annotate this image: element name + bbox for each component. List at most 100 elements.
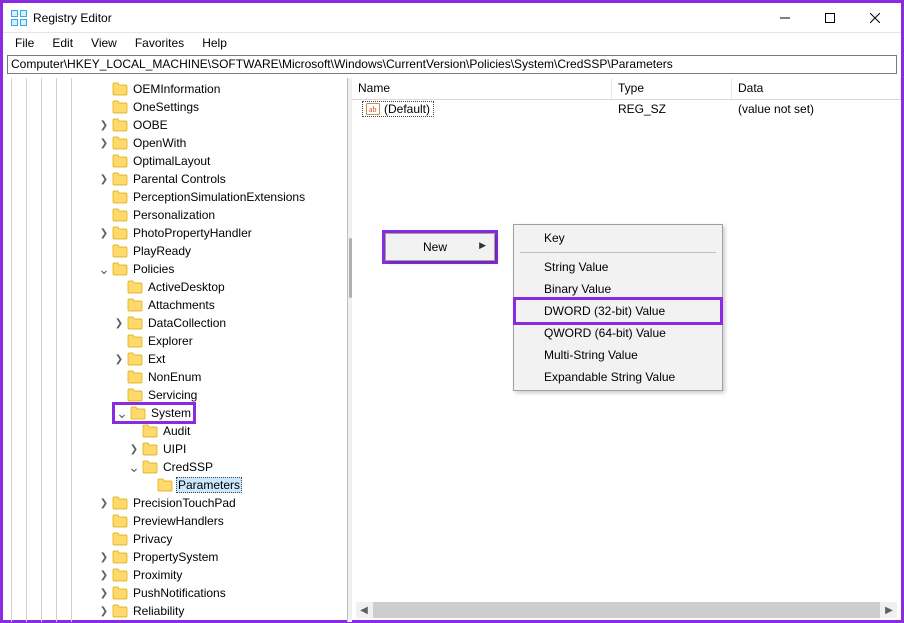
ctx-sub-qword[interactable]: QWORD (64-bit) Value — [516, 322, 720, 344]
twisty-icon[interactable]: ⌄ — [115, 408, 129, 418]
tree-node[interactable]: OEMInformation — [3, 80, 347, 98]
close-button[interactable] — [852, 4, 897, 32]
ctx-sub-string[interactable]: String Value — [516, 256, 720, 278]
tree-node[interactable]: ❯ PushNotifications — [3, 584, 347, 602]
tree-node-label: PerceptionSimulationExtensions — [131, 189, 307, 205]
folder-icon — [127, 280, 143, 294]
tree-node-label: OneSettings — [131, 99, 201, 115]
tree-node[interactable]: ⌄System — [3, 404, 347, 422]
regedit-app-icon — [11, 10, 27, 26]
tree-node[interactable]: PerceptionSimulationExtensions — [3, 188, 347, 206]
ctx-sub-multistring[interactable]: Multi-String Value — [516, 344, 720, 366]
menu-help[interactable]: Help — [194, 34, 235, 52]
tree-node[interactable]: ❯OpenWith — [3, 134, 347, 152]
tree-node-label: Proximity — [131, 567, 184, 583]
menu-edit[interactable]: Edit — [44, 34, 81, 52]
twisty-icon[interactable]: ❯ — [97, 498, 111, 509]
tree-node[interactable]: ❯ PropertySystem — [3, 548, 347, 566]
ctx-sub-expandstring[interactable]: Expandable String Value — [516, 366, 720, 388]
folder-icon — [127, 352, 143, 366]
tree-node-label: PreviewHandlers — [131, 513, 226, 529]
tree-node-label: PushNotifications — [131, 585, 228, 601]
tree-node[interactable]: ❯Ext — [3, 350, 347, 368]
twisty-icon[interactable]: ❯ — [112, 318, 126, 329]
hscroll-thumb[interactable] — [373, 602, 880, 618]
twisty-icon[interactable]: ❯ — [97, 588, 111, 599]
folder-icon — [127, 334, 143, 348]
list-pane[interactable]: Name Type Data ab (Default) — [352, 78, 901, 622]
tree-node-label: Parameters — [176, 477, 242, 493]
folder-icon — [112, 172, 128, 186]
folder-icon — [142, 442, 158, 456]
folder-icon — [112, 244, 128, 258]
hscroll-right[interactable]: ▶ — [881, 602, 897, 618]
ctx-separator — [520, 252, 716, 253]
folder-icon — [112, 154, 128, 168]
menu-file[interactable]: File — [7, 34, 42, 52]
tree-node[interactable]: Audit — [3, 422, 347, 440]
address-bar[interactable]: Computer\HKEY_LOCAL_MACHINE\SOFTWARE\Mic… — [7, 55, 897, 74]
folder-icon — [142, 424, 158, 438]
tree-node[interactable]: Personalization — [3, 206, 347, 224]
twisty-icon[interactable]: ❯ — [97, 552, 111, 563]
tree-node[interactable]: ActiveDesktop — [3, 278, 347, 296]
folder-icon — [112, 226, 128, 240]
hscroll-left[interactable]: ◀ — [356, 602, 372, 618]
tree-node[interactable]: Explorer — [3, 332, 347, 350]
twisty-icon[interactable]: ⌄ — [97, 264, 111, 274]
ctx-sub-dword[interactable]: DWORD (32-bit) Value — [513, 297, 723, 325]
menu-favorites[interactable]: Favorites — [127, 34, 192, 52]
tree-node-label: Policies — [131, 261, 176, 277]
col-header-name[interactable]: Name — [352, 78, 612, 99]
tree-node[interactable]: Attachments — [3, 296, 347, 314]
col-header-type[interactable]: Type — [612, 78, 732, 99]
value-type: REG_SZ — [612, 101, 732, 117]
tree-node[interactable]: PreviewHandlers — [3, 512, 347, 530]
tree-node[interactable]: Privacy — [3, 530, 347, 548]
list-row[interactable]: ab (Default) REG_SZ (value not set) — [352, 100, 901, 118]
twisty-icon[interactable]: ⌄ — [127, 462, 141, 472]
window-controls — [762, 4, 897, 32]
minimize-icon — [780, 13, 790, 23]
tree-node[interactable]: Parameters — [3, 476, 347, 494]
ctx-sub-key[interactable]: Key — [516, 227, 720, 249]
menu-view[interactable]: View — [83, 34, 125, 52]
twisty-icon[interactable]: ❯ — [97, 120, 111, 131]
twisty-icon[interactable]: ❯ — [97, 174, 111, 185]
minimize-button[interactable] — [762, 4, 807, 32]
tree-node[interactable]: ❯OOBE — [3, 116, 347, 134]
twisty-icon[interactable]: ❯ — [127, 444, 141, 455]
tree-node[interactable]: ⌄CredSSP — [3, 458, 347, 476]
tree-node-label: PropertySystem — [131, 549, 220, 565]
tree-pane[interactable]: OEMInformationOneSettings❯OOBE❯OpenWithO… — [3, 78, 348, 622]
tree-node[interactable]: ❯PhotoPropertyHandler — [3, 224, 347, 242]
tree-node[interactable]: PlayReady — [3, 242, 347, 260]
tree-node[interactable]: ❯Reliability — [3, 602, 347, 620]
hscrollbar[interactable]: ◀ ▶ — [356, 602, 897, 618]
string-value-icon: ab — [366, 102, 380, 116]
twisty-icon[interactable]: ❯ — [97, 606, 111, 617]
tree-node[interactable]: ❯DataCollection — [3, 314, 347, 332]
tree-node[interactable]: ❯Parental Controls — [3, 170, 347, 188]
tree-node[interactable]: ⌄ Policies — [3, 260, 347, 278]
twisty-icon[interactable]: ❯ — [97, 570, 111, 581]
twisty-icon[interactable]: ❯ — [97, 228, 111, 239]
folder-icon — [130, 406, 146, 420]
window-title: Registry Editor — [33, 11, 762, 25]
twisty-icon[interactable]: ❯ — [97, 138, 111, 149]
tree-node[interactable]: ❯PrecisionTouchPad — [3, 494, 347, 512]
twisty-icon[interactable]: ❯ — [112, 354, 126, 365]
tree-node[interactable]: OneSettings — [3, 98, 347, 116]
tree-node[interactable]: OptimalLayout — [3, 152, 347, 170]
folder-icon — [112, 190, 128, 204]
folder-icon — [127, 388, 143, 402]
ctx-new[interactable]: New — [388, 236, 492, 258]
tree-node-highlight: ⌄System — [112, 402, 196, 424]
tree-node[interactable]: ❯ Proximity — [3, 566, 347, 584]
col-header-data[interactable]: Data — [732, 78, 901, 99]
tree-node[interactable]: NonEnum — [3, 368, 347, 386]
close-icon — [870, 13, 880, 23]
folder-icon — [127, 298, 143, 312]
tree-node[interactable]: ❯UIPI — [3, 440, 347, 458]
maximize-button[interactable] — [807, 4, 852, 32]
